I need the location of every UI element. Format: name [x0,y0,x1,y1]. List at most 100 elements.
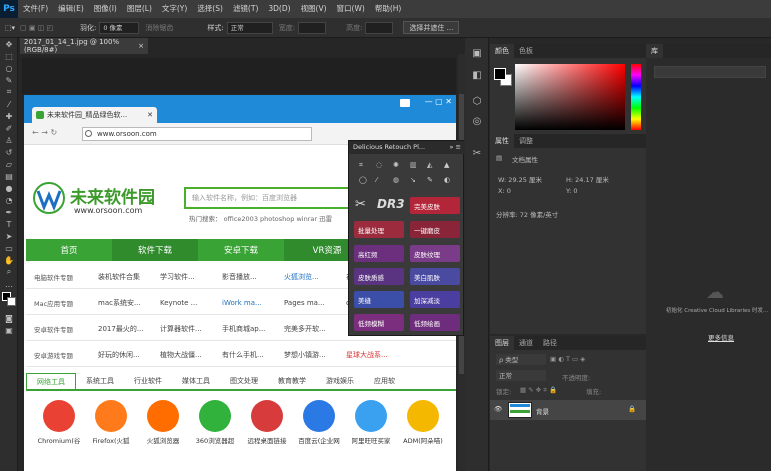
layer-row[interactable]: 👁 背景 🔒 [490,400,646,420]
category-link: Pages ma... [284,298,325,307]
dr-tool-icon[interactable]: ◌ [376,161,384,169]
pen-tool-icon[interactable]: ✒ [0,206,18,218]
menu-items: 文件(F) 编辑(E) 图像(I) 图层(L) 文字(Y) 选择(S) 滤镜(T) 3D(D)… [18,0,406,18]
menu-item[interactable]: 图层(L) [122,0,157,18]
foreground-swatch[interactable] [494,68,506,80]
menu-item[interactable]: 3D(D) [263,0,295,18]
eyedropper-tool-icon[interactable]: ⁄ [0,98,18,110]
feather-input[interactable]: 0 像素 [99,21,140,34]
gradient-tool-icon[interactable]: ▤ [0,170,18,182]
hue-slider[interactable] [631,64,641,130]
menu-item[interactable]: 文字(Y) [157,0,192,18]
lock-icons[interactable]: ▦ ✎ ✥ ⌗ 🔒 [520,386,557,395]
color-picker-field[interactable] [515,64,625,130]
panel-menu-icon[interactable]: » ≡ [450,141,462,154]
dr-effect-button[interactable]: 皮肤质感 [354,268,404,285]
height-label: 高度: [346,23,363,32]
app-name: 360浏览器超 [195,437,235,445]
adjustments-icon[interactable]: ◎ [468,112,486,130]
dr-effect-button[interactable]: 皮肤纹理 [410,245,460,262]
layers-tab[interactable]: 图层 [490,336,514,350]
dr-effect-button[interactable]: 美缝 [354,291,404,308]
lasso-tool-icon[interactable]: ○ [0,62,18,74]
dr-effect-button[interactable]: 低频模糊 [354,314,404,331]
hand-tool-icon[interactable]: ✋ [0,254,18,266]
tab-adjustments[interactable]: 调整 [514,134,538,148]
clone-stamp-icon[interactable]: ♙ [0,134,18,146]
menu-item[interactable]: 滤镜(T) [228,0,263,18]
one-key-smooth-button[interactable]: 一键磨皮 [410,221,460,238]
menu-item[interactable]: 视图(V) [296,0,332,18]
tab-library[interactable]: 库 [646,44,663,58]
tab-properties[interactable]: 属性 [490,134,514,148]
more-info-link[interactable]: 更多信息 [708,332,734,342]
quick-select-tool-icon[interactable]: ✎ [0,74,18,86]
menu-item[interactable]: 编辑(E) [53,0,89,18]
dr-effect-button[interactable]: 低频绘画 [410,314,460,331]
selection-mode-icons[interactable]: ▢ ▣ ◫ ◰ [20,24,80,32]
crop-tool-icon[interactable]: ⌗ [0,86,18,98]
dr-effect-button[interactable]: 美白肌肤 [410,268,460,285]
menu-item[interactable]: 窗口(W) [332,0,370,18]
menu-item[interactable]: 帮助(H) [370,0,407,18]
dr-tool-icon[interactable]: ↘ [410,176,418,184]
tab-swatches[interactable]: 色板 [514,44,538,58]
dodge-tool-icon[interactable]: ◔ [0,194,18,206]
batch-process-button[interactable]: 批量处理 [354,221,404,238]
blur-tool-icon[interactable]: ● [0,182,18,194]
antialias-checkbox[interactable]: 消除锯齿 [145,23,197,33]
dr-tool-icon[interactable]: ✎ [427,176,435,184]
dr-tool-icon[interactable]: ⌗ [359,161,367,169]
dr-tool-icon[interactable]: ✺ [393,161,401,169]
menu-item[interactable]: 文件(F) [18,0,53,18]
layer-filter-kind[interactable]: ρ 类型 [496,354,546,365]
dr-tool-icon[interactable]: ◭ [427,161,435,169]
retouch-icon[interactable]: ✂ [468,144,486,162]
path-select-icon[interactable]: ➤ [0,230,18,242]
dr-effect-button[interactable]: 加深减淡 [410,291,460,308]
select-and-mask-button[interactable]: 选择并遮住 ... [403,21,460,34]
dr-tool-icon[interactable]: ◍ [393,176,401,184]
color-swatches[interactable] [0,290,17,312]
quick-mask-icon[interactable]: ◙ [0,312,18,324]
menu-bar: Ps 文件(F) 编辑(E) 图像(I) 图层(L) 文字(Y) 选择(S) 滤镜(T) 3D… [0,0,771,18]
blend-mode-select[interactable]: 正常 [496,370,546,381]
layers-tab[interactable]: 路径 [538,336,562,350]
more-tools-icon[interactable]: … [0,278,18,290]
layer-filter-icons[interactable]: ▣ ◐ T ▭ ◈ [550,355,585,363]
type-tool-icon[interactable]: T [0,218,18,230]
3d-icon[interactable]: ⬡ [468,92,486,110]
dr-effect-button[interactable]: 高红频 [354,245,404,262]
width-input[interactable] [298,21,327,34]
dr-tool-icon[interactable]: ⁄ [376,176,384,184]
dr-tool-icon[interactable]: ▥ [410,161,418,169]
layers-tab[interactable]: 通道 [514,336,538,350]
menu-item[interactable]: 图像(I) [89,0,122,18]
background-color-swatch[interactable] [7,297,16,306]
tab-color[interactable]: 颜色 [490,44,514,58]
dr-tool-icon[interactable]: ◯ [359,176,367,184]
height-input[interactable] [365,21,394,34]
eye-icon[interactable]: 👁 [494,405,502,413]
perfect-skin-button[interactable]: 完美皮肤 [410,197,460,214]
marquee-tool-icon[interactable]: ⬚▾ [0,24,20,32]
move-tool-icon[interactable]: ✥ [0,38,18,50]
dr-tool-icon[interactable]: ▲ [444,161,452,169]
marquee-tool-icon[interactable]: ⬚ [0,50,18,62]
screen-mode-icon[interactable]: ▣ [0,324,18,336]
healing-brush-icon[interactable]: ✚ [0,110,18,122]
dr-tool-icon[interactable]: ◐ [444,176,452,184]
menu-item[interactable]: 选择(S) [192,0,228,18]
eraser-tool-icon[interactable]: ▱ [0,158,18,170]
history-brush-icon[interactable]: ↺ [0,146,18,158]
app-name: Chromium(谷 [37,437,81,445]
shape-tool-icon[interactable]: ▭ [0,242,18,254]
actions-icon[interactable]: ◧ [468,66,486,84]
zoom-tool-icon[interactable]: ⌕ [0,266,18,278]
brush-tool-icon[interactable]: ✐ [0,122,18,134]
document-tab[interactable]: 2017_01_14_1.jpg @ 100%(RGB/8#) × [20,38,148,54]
library-select[interactable] [654,66,766,78]
style-select[interactable]: 正常 [226,21,273,34]
history-icon[interactable]: ▣ [468,44,486,62]
close-icon[interactable]: × [138,42,144,50]
